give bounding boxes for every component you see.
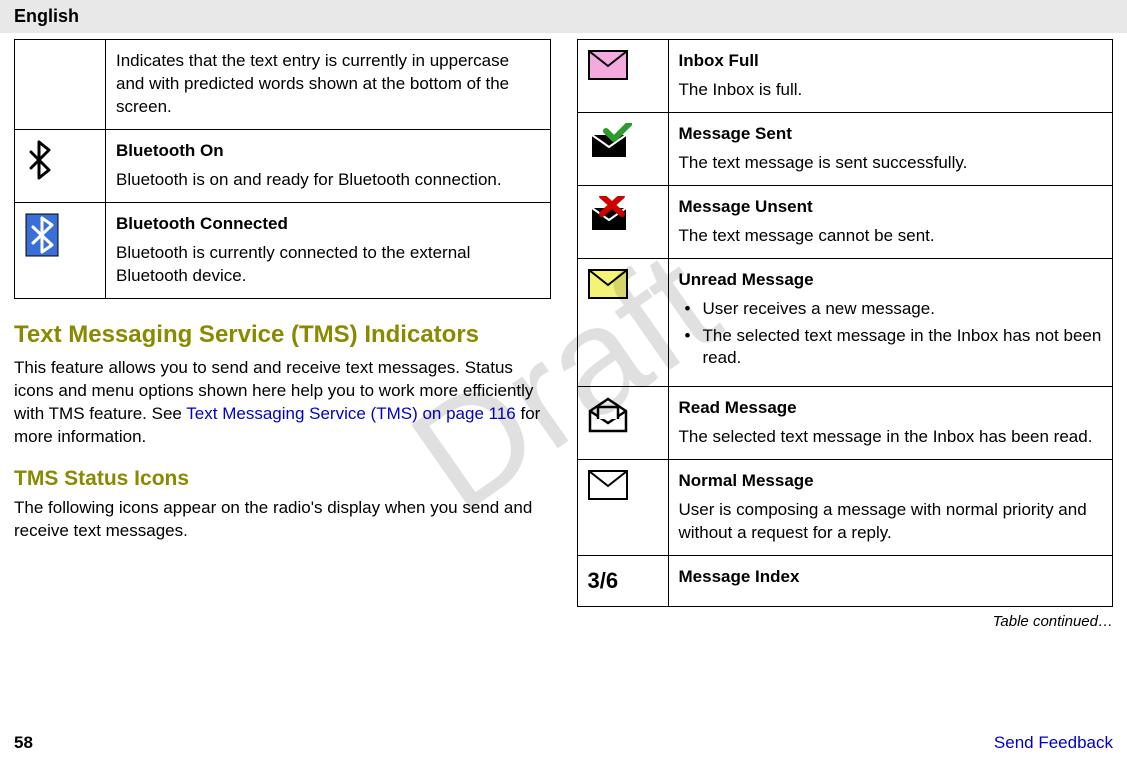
unread-bullet-list: User receives a new message. The selecte… (679, 298, 1103, 371)
bluetooth-connected-icon (25, 213, 59, 257)
left-column: Indicates that the text entry is current… (14, 39, 551, 630)
message-sent-icon-cell (577, 112, 668, 185)
message-sent-desc-cell: Message Sent The text message is sent su… (668, 112, 1113, 185)
row-title: Bluetooth Connected (116, 213, 540, 236)
page-header: English (0, 0, 1127, 33)
section-heading-tms-indicators: Text Messaging Service (TMS) Indicators (14, 321, 551, 350)
left-indicator-table: Indicates that the text entry is current… (14, 39, 551, 299)
content-columns: Indicates that the text entry is current… (0, 33, 1127, 630)
row-title: Message Index (679, 566, 1103, 589)
list-item: User receives a new message. (679, 298, 1103, 321)
uppercase-predict-icon-cell (15, 40, 106, 130)
table-row: Unread Message User receives a new messa… (577, 258, 1113, 387)
inbox-full-desc-cell: Inbox Full The Inbox is full. (668, 40, 1113, 113)
row-title: Message Sent (679, 123, 1103, 146)
read-message-icon-cell (577, 387, 668, 460)
row-desc: User is composing a message with normal … (679, 500, 1087, 542)
row-desc: Indicates that the text entry is current… (116, 51, 509, 116)
row-desc: The text message is sent successfully. (679, 153, 968, 172)
bluetooth-connected-desc-cell: Bluetooth Connected Bluetooth is current… (106, 202, 551, 298)
list-item: The selected text message in the Inbox h… (679, 325, 1103, 371)
normal-message-icon (588, 470, 628, 500)
unread-message-icon (588, 269, 628, 299)
bluetooth-connected-icon-cell (15, 202, 106, 298)
table-row: Bluetooth On Bluetooth is on and ready f… (15, 129, 551, 202)
row-title: Unread Message (679, 269, 1103, 292)
page-number: 58 (14, 733, 33, 753)
right-indicator-table: Inbox Full The Inbox is full. Message Se… (577, 39, 1114, 607)
inbox-full-icon (588, 50, 628, 80)
right-column: Inbox Full The Inbox is full. Message Se… (577, 39, 1114, 630)
row-desc: The Inbox is full. (679, 80, 803, 99)
normal-message-desc-cell: Normal Message User is composing a messa… (668, 460, 1113, 556)
message-sent-icon (588, 123, 632, 159)
unread-message-icon-cell (577, 258, 668, 387)
message-unsent-icon-cell (577, 185, 668, 258)
table-row: Inbox Full The Inbox is full. (577, 40, 1113, 113)
table-row: 3/6 Message Index (577, 556, 1113, 607)
header-language: English (14, 6, 79, 26)
table-row: Bluetooth Connected Bluetooth is current… (15, 202, 551, 298)
subsection-body: The following icons appear on the radio'… (14, 497, 551, 543)
row-title: Inbox Full (679, 50, 1103, 73)
uppercase-predict-desc-cell: Indicates that the text entry is current… (106, 40, 551, 130)
read-message-icon (588, 397, 628, 433)
section-body: This feature allows you to send and rece… (14, 357, 551, 449)
bluetooth-on-icon (25, 140, 53, 180)
read-message-desc-cell: Read Message The selected text message i… (668, 387, 1113, 460)
row-title: Read Message (679, 397, 1103, 420)
table-row: Read Message The selected text message i… (577, 387, 1113, 460)
tms-crossref-link[interactable]: Text Messaging Service (TMS) on page 116 (186, 404, 515, 423)
page-footer: 58 Send Feedback (14, 733, 1113, 753)
send-feedback-link[interactable]: Send Feedback (994, 733, 1113, 753)
table-row: Message Unsent The text message cannot b… (577, 185, 1113, 258)
table-row: Normal Message User is composing a messa… (577, 460, 1113, 556)
message-index-icon-cell: 3/6 (577, 556, 668, 607)
bluetooth-on-desc-cell: Bluetooth On Bluetooth is on and ready f… (106, 129, 551, 202)
row-desc: The selected text message in the Inbox h… (679, 427, 1093, 446)
message-unsent-desc-cell: Message Unsent The text message cannot b… (668, 185, 1113, 258)
row-title: Message Unsent (679, 196, 1103, 219)
unread-message-desc-cell: Unread Message User receives a new messa… (668, 258, 1113, 387)
subsection-heading-tms-status-icons: TMS Status Icons (14, 467, 551, 491)
row-title: Normal Message (679, 470, 1103, 493)
inbox-full-icon-cell (577, 40, 668, 113)
message-unsent-icon (588, 196, 632, 232)
normal-message-icon-cell (577, 460, 668, 556)
row-desc: Bluetooth is on and ready for Bluetooth … (116, 170, 502, 189)
row-title: Bluetooth On (116, 140, 540, 163)
message-index-icon: 3/6 (588, 568, 619, 593)
bluetooth-on-icon-cell (15, 129, 106, 202)
row-desc: The text message cannot be sent. (679, 226, 935, 245)
table-row: Indicates that the text entry is current… (15, 40, 551, 130)
table-continued-note: Table continued… (577, 613, 1114, 630)
table-row: Message Sent The text message is sent su… (577, 112, 1113, 185)
row-desc: Bluetooth is currently connected to the … (116, 243, 470, 285)
message-index-desc-cell: Message Index (668, 556, 1113, 607)
